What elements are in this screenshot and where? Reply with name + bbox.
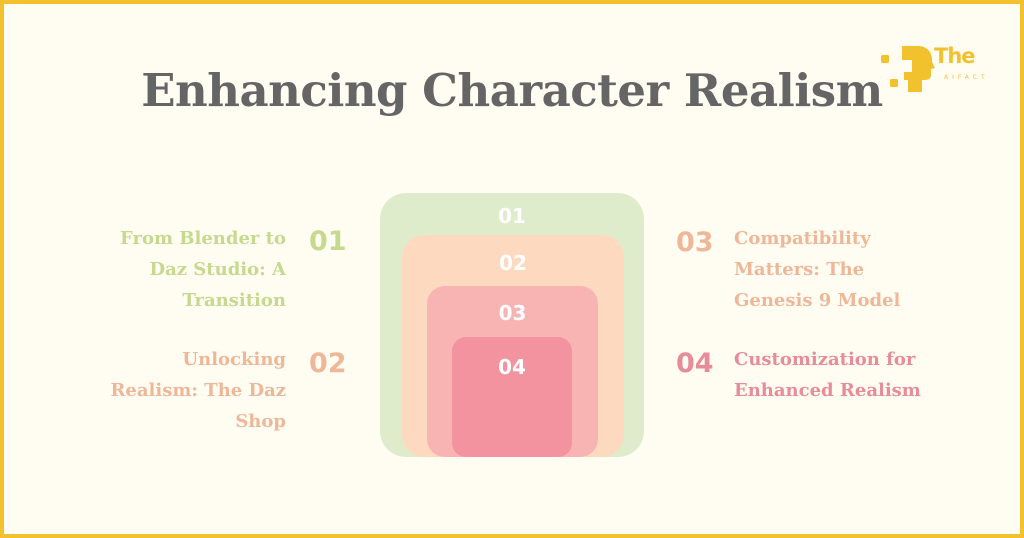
item-number-03: 03 bbox=[676, 227, 714, 258]
item-line: Transition bbox=[182, 290, 286, 311]
page-title: Enhancing Character Realism bbox=[141, 64, 883, 117]
logo-subtitle: AIFACT bbox=[944, 74, 989, 81]
item-line: Customization for bbox=[734, 349, 916, 370]
item-text-04: Customization for Enhanced Realism bbox=[734, 344, 974, 406]
item-line: Realism: The Daz bbox=[110, 380, 286, 401]
item-text-03: Compatibility Matters: The Genesis 9 Mod… bbox=[734, 223, 974, 316]
item-line: Matters: The bbox=[734, 259, 865, 280]
item-number-04: 04 bbox=[676, 348, 714, 379]
layer-label-02: 02 bbox=[499, 251, 527, 275]
item-line: Shop bbox=[235, 411, 286, 432]
layer-label-03: 03 bbox=[498, 301, 527, 325]
logo-title: The bbox=[934, 44, 976, 68]
item-line: Genesis 9 Model bbox=[734, 290, 901, 311]
item-line: From Blender to bbox=[120, 228, 286, 249]
layer-label-01: 01 bbox=[498, 204, 526, 228]
item-text-02: Unlocking Realism: The Daz Shop bbox=[90, 344, 286, 437]
layer-label-04: 04 bbox=[498, 355, 526, 379]
item-text-01: From Blender to Daz Studio: A Transition bbox=[90, 223, 286, 316]
item-number-01: 01 bbox=[309, 226, 347, 257]
item-line: Unlocking bbox=[182, 349, 286, 370]
item-number-02: 02 bbox=[309, 348, 347, 379]
item-line: Enhanced Realism bbox=[734, 380, 921, 401]
layer-box-04: 04 bbox=[452, 337, 572, 457]
item-line: Daz Studio: A bbox=[149, 259, 286, 280]
item-line: Compatibility bbox=[734, 228, 871, 249]
